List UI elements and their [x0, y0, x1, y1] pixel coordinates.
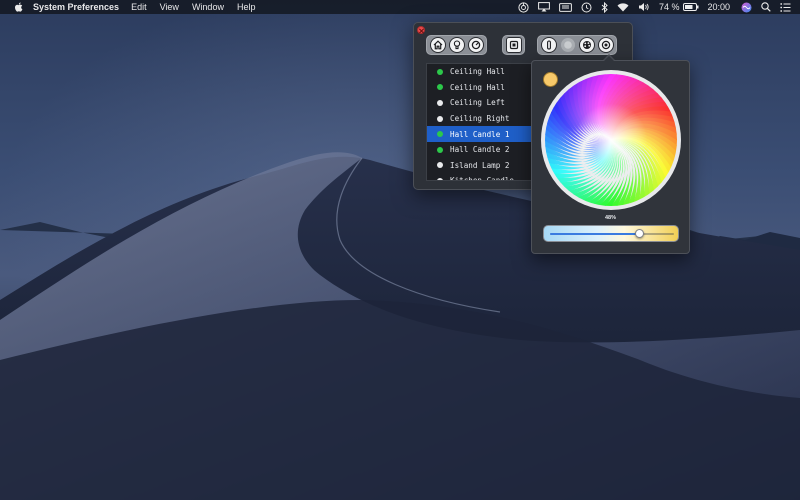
scene-button[interactable]	[505, 37, 522, 53]
selected-color-swatch	[543, 72, 558, 87]
time-machine-icon[interactable]	[581, 0, 592, 14]
light-list-item[interactable]: Hall Candle 2	[427, 142, 531, 158]
bluetooth-icon[interactable]	[601, 0, 608, 14]
light-control-icon[interactable]	[518, 0, 529, 14]
light-list-item[interactable]: Island Lamp 2	[427, 158, 531, 174]
device-icon	[546, 40, 551, 50]
bulb-icon	[453, 40, 460, 50]
volume-icon[interactable]	[638, 0, 650, 14]
color-palette-button[interactable]	[578, 37, 595, 53]
panel-arrow-fill	[603, 56, 615, 62]
light-name: Ceiling Hall	[450, 82, 505, 92]
home-button[interactable]	[429, 37, 446, 53]
home-icon	[433, 40, 442, 50]
toolbar-navigation	[426, 35, 487, 55]
wifi-icon[interactable]	[617, 0, 629, 14]
app-menu-title[interactable]: System Preferences	[33, 0, 119, 14]
light-name: Ceiling Hall	[450, 67, 505, 77]
timer-button[interactable]	[467, 37, 484, 53]
power-icon	[471, 40, 480, 50]
status-dot	[437, 84, 443, 91]
close-button[interactable]	[417, 26, 425, 34]
light-list-item[interactable]: Ceiling Hall	[427, 64, 531, 80]
status-dot	[437, 68, 443, 75]
menu-edit[interactable]: Edit	[131, 0, 147, 14]
light-list-item[interactable]: Ceiling Hall	[427, 80, 531, 96]
siri-icon[interactable]	[741, 0, 752, 14]
keyboard-icon[interactable]	[559, 0, 572, 14]
light-list-item[interactable]: Kitchen Candle	[427, 173, 531, 181]
airplay-icon[interactable]	[538, 0, 550, 14]
slider-knob[interactable]	[634, 229, 644, 238]
settings-icon	[601, 40, 610, 50]
light-list-item[interactable]: Ceiling Left	[427, 95, 531, 111]
status-dot	[437, 146, 443, 153]
brightness-slider[interactable]	[543, 225, 679, 242]
toggle-button[interactable]	[559, 37, 576, 53]
light-name: Kitchen Candle	[450, 176, 515, 181]
color-wheel-graphic	[541, 70, 681, 210]
scene-icon	[509, 40, 518, 50]
slider-fill	[550, 233, 640, 235]
light-name: Hall Candle 1	[450, 129, 510, 139]
clock[interactable]: 20:00	[707, 0, 730, 14]
light-list-item[interactable]: Ceiling Right	[427, 111, 531, 127]
palette-icon	[582, 41, 591, 49]
toolbar-scenes	[502, 35, 525, 55]
status-dot	[437, 99, 443, 106]
status-dot	[437, 115, 443, 122]
notification-center-icon[interactable]	[780, 0, 791, 14]
light-name: Hall Candle 2	[450, 145, 510, 155]
color-wheel[interactable]	[540, 69, 682, 216]
menu-bar: System Preferences Edit View Window Help…	[0, 0, 800, 14]
settings-button[interactable]	[597, 37, 614, 53]
menu-help[interactable]: Help	[237, 0, 256, 14]
status-area: 74 % 20:00	[518, 0, 800, 14]
light-bulb-button[interactable]	[448, 37, 465, 53]
battery-icon[interactable]	[683, 0, 699, 14]
toolbar-tools	[537, 35, 617, 55]
apple-menu-icon[interactable]	[13, 1, 25, 13]
light-list[interactable]: Ceiling Hall Ceiling Hall Ceiling Left Ceil…	[426, 63, 532, 181]
menu-view[interactable]: View	[160, 0, 179, 14]
light-list-item[interactable]: Hall Candle 1	[427, 126, 531, 142]
menu-window[interactable]: Window	[192, 0, 224, 14]
light-name: Island Lamp 2	[450, 160, 510, 170]
brightness-value: 48%	[604, 215, 616, 221]
status-dot	[437, 162, 443, 169]
light-name: Ceiling Left	[450, 98, 505, 108]
device-button[interactable]	[540, 37, 557, 53]
color-picker-panel: 48%	[531, 60, 690, 254]
light-name: Ceiling Right	[450, 114, 510, 124]
spotlight-search-icon[interactable]	[761, 0, 771, 14]
toggle-icon	[563, 41, 572, 49]
status-dot	[437, 177, 443, 180]
status-dot	[437, 131, 443, 138]
battery-percent: 74 %	[658, 2, 680, 12]
